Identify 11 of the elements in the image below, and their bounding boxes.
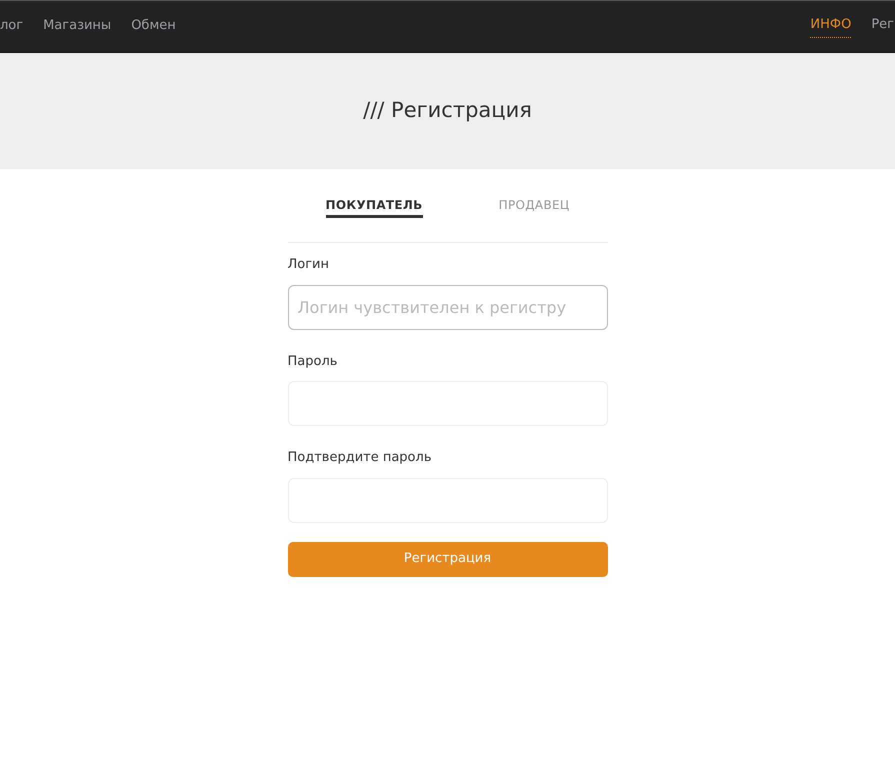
nav-link[interactable]: Рег: [871, 15, 894, 38]
nav-link[interactable]: Магазины: [43, 16, 112, 38]
field-label: Логин: [288, 256, 330, 274]
nav-link[interactable]: лог: [0, 16, 24, 38]
role-tab[interactable]: ПОКУПАТЕЛЬ: [326, 196, 423, 218]
page-title: /// Регистрация: [363, 97, 532, 124]
input-field[interactable]: Логин чувствителен к регистру: [288, 284, 608, 330]
nav-link[interactable]: Обмен: [131, 16, 176, 38]
nav-link[interactable]: ИНФО: [810, 15, 852, 38]
field-label: Подтвердите пароль: [288, 449, 432, 467]
field-label: Пароль: [288, 352, 338, 370]
